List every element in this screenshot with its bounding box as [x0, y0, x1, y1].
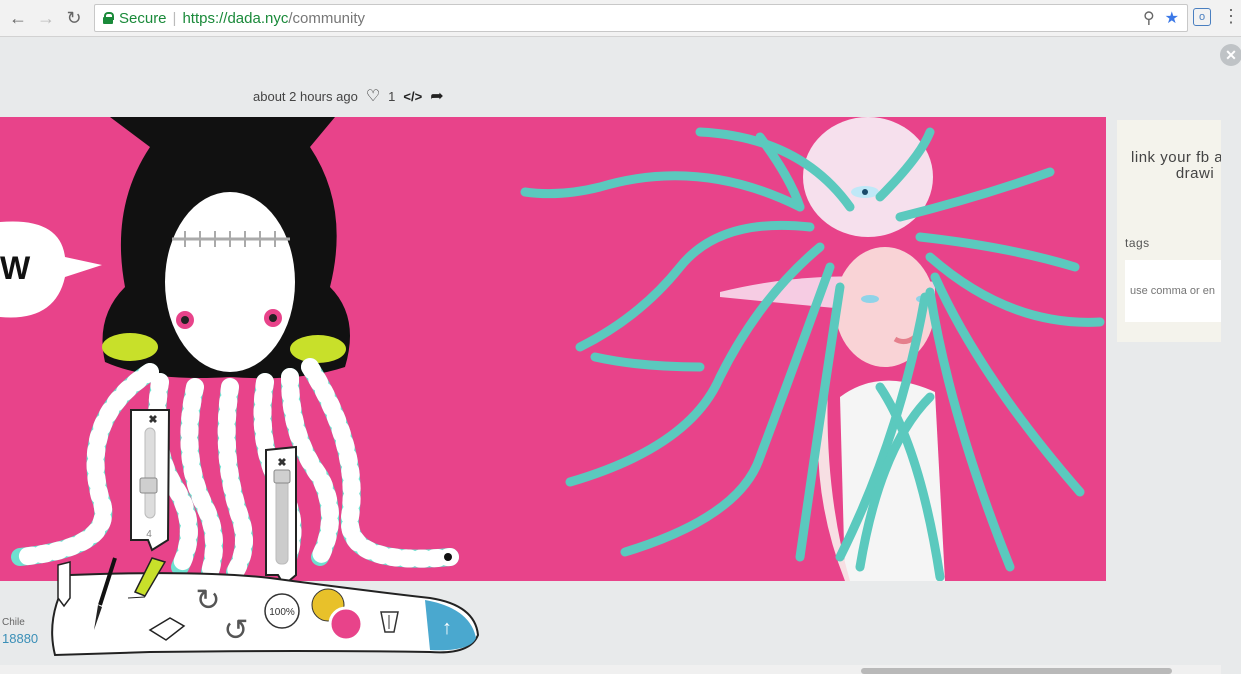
url-host: https://dada.nyc	[182, 9, 289, 27]
brush-size-value: 4	[146, 529, 152, 540]
browser-toolbar: ← → ↻ Secure | https://dada.nyc /communi…	[0, 0, 1241, 37]
post-time: about 2 hours ago	[253, 88, 358, 104]
secondary-color-swatch[interactable]	[328, 606, 364, 642]
scrollbar-thumb[interactable]	[861, 668, 1172, 674]
post-meta: about 2 hours ago ♡ 1 </> ➦	[253, 86, 444, 106]
undo-icon[interactable]: ↺	[223, 614, 248, 647]
drawing-toolbar: ✖ 4 ✖ ↑ ↻ ↺ 100%	[51, 409, 480, 657]
like-count: 1	[388, 88, 396, 104]
back-icon[interactable]: ←	[6, 6, 30, 30]
zoom-search-icon[interactable]: ⚲	[1143, 8, 1155, 28]
share-icon[interactable]: ➦	[430, 86, 443, 106]
speech-bubble: W	[0, 221, 102, 318]
brush-size-handle[interactable]	[139, 477, 158, 494]
menu-dots-icon[interactable]: ⋮	[1222, 6, 1240, 27]
lock-icon	[103, 12, 114, 24]
extension-icon[interactable]: o	[1193, 8, 1211, 26]
tags-label: tags	[1125, 236, 1150, 250]
side-panel: link your fb a your drawi tags	[1117, 120, 1221, 342]
speech-text: W	[0, 250, 31, 286]
reload-icon[interactable]: ↻	[62, 6, 86, 30]
address-bar[interactable]: Secure | https://dada.nyc /community ⚲ ★	[94, 4, 1188, 32]
tags-input[interactable]	[1125, 260, 1221, 322]
forward-icon[interactable]: →	[34, 6, 58, 30]
bookmark-star-icon[interactable]: ★	[1165, 8, 1179, 28]
redo-icon[interactable]: ↻	[195, 584, 220, 617]
embed-code-icon[interactable]: </>	[403, 89, 422, 104]
link-fb-text[interactable]: link your fb a your drawi	[1125, 150, 1221, 182]
url-path: /community	[288, 9, 366, 27]
zoom-level: 100%	[269, 607, 295, 618]
heart-icon[interactable]: ♡	[366, 86, 380, 106]
close-icon[interactable]: ✕	[1220, 44, 1241, 66]
slider-close-icon[interactable]: ✖	[148, 414, 157, 426]
opacity-slider[interactable]: ✖	[265, 445, 297, 587]
submit-arrow-icon[interactable]: ↑	[442, 617, 452, 639]
pencil-tool-icon[interactable]	[57, 561, 71, 608]
secure-label: Secure	[119, 9, 167, 27]
brush-size-slider[interactable]: ✖ 4	[130, 409, 171, 552]
opacity-handle[interactable]	[273, 469, 291, 484]
url-separator: |	[172, 9, 177, 27]
opacity-close-icon[interactable]: ✖	[277, 457, 286, 469]
